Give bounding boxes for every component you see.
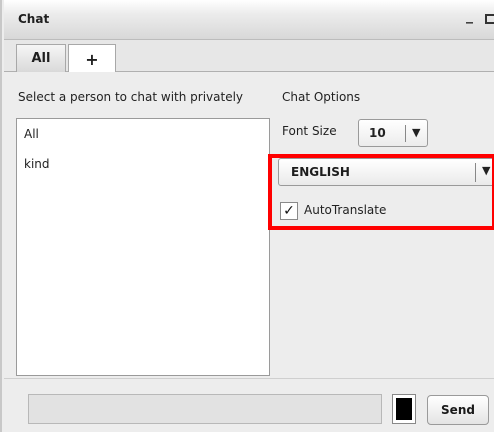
tab-bar: All + bbox=[4, 40, 494, 73]
select-divider bbox=[405, 125, 406, 142]
highlight-box bbox=[268, 154, 494, 230]
window-title: Chat bbox=[18, 12, 50, 26]
people-panel-label: Select a person to chat with privately bbox=[18, 90, 244, 104]
tab-all[interactable]: All bbox=[16, 44, 66, 72]
maximize-icon[interactable] bbox=[485, 14, 494, 24]
text-color-picker[interactable] bbox=[392, 394, 416, 424]
chat-window: Chat _ All + Select a person to chat wit… bbox=[0, 0, 494, 432]
chevron-down-icon[interactable]: ▼ bbox=[412, 126, 420, 139]
font-size-value: 10 bbox=[369, 126, 386, 140]
list-item[interactable]: All bbox=[24, 127, 39, 141]
font-size-label: Font Size bbox=[282, 124, 337, 138]
title-bar[interactable]: Chat _ bbox=[4, 0, 494, 40]
font-size-select[interactable]: 10 ▼ bbox=[358, 119, 428, 147]
message-input[interactable] bbox=[28, 394, 382, 424]
tab-add[interactable]: + bbox=[68, 44, 116, 73]
color-swatch-fill bbox=[396, 398, 412, 420]
list-item[interactable]: kind bbox=[24, 157, 50, 171]
chat-options-label: Chat Options bbox=[282, 90, 361, 104]
minimize-icon[interactable]: _ bbox=[466, 8, 478, 24]
send-button[interactable]: Send bbox=[427, 395, 489, 425]
people-list[interactable]: All kind bbox=[16, 118, 270, 376]
